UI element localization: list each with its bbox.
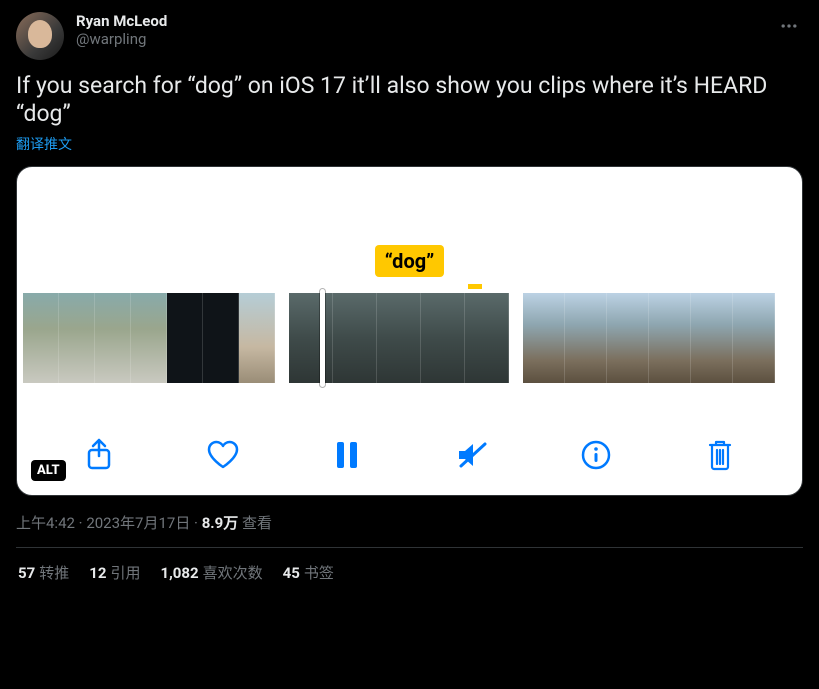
share-button[interactable]: [77, 433, 121, 477]
caption-bubble: “dog”: [375, 245, 445, 277]
author-display-name: Ryan McLeod: [76, 12, 763, 30]
like-button[interactable]: [201, 433, 245, 477]
media-attachment[interactable]: “dog”: [16, 166, 803, 496]
clip-thumb: [203, 293, 239, 383]
tweet-time[interactable]: 上午4:42: [16, 514, 75, 532]
tweet-text: If you search for “dog” on iOS 17 it’ll …: [16, 72, 803, 128]
retweets-label: 转推: [39, 564, 69, 582]
more-options-button[interactable]: [775, 12, 803, 40]
pause-button[interactable]: [325, 433, 369, 477]
clip-thumb: [421, 293, 465, 383]
author-block[interactable]: Ryan McLeod @warpling: [76, 12, 763, 48]
likes-count: 1,082: [160, 564, 198, 582]
clip-thumb: [523, 293, 565, 383]
tweet-stats: 57转推 12引用 1,082 喜欢次数 45书签: [16, 548, 803, 597]
clip-group-3: [523, 293, 775, 383]
share-icon: [84, 438, 114, 472]
bookmarks-label: 书签: [304, 564, 334, 582]
tweet-container: Ryan McLeod @warpling If you search for …: [0, 0, 819, 609]
views-count[interactable]: 8.9万: [202, 514, 239, 532]
views-label: 查看: [242, 514, 272, 532]
clip-thumb: [333, 293, 377, 383]
clip-thumb: [23, 293, 59, 383]
trash-icon: [705, 438, 735, 472]
quotes-count: 12: [89, 564, 106, 582]
mute-button[interactable]: [450, 433, 494, 477]
delete-button[interactable]: [698, 433, 742, 477]
avatar[interactable]: [16, 12, 64, 60]
video-timeline[interactable]: [17, 293, 802, 383]
bookmarks-stat[interactable]: 45书签: [283, 562, 334, 583]
caption-bubble-wrap: “dog”: [17, 245, 802, 277]
clip-thumb: [649, 293, 691, 383]
heart-icon: [206, 440, 240, 470]
speaker-muted-icon: [455, 440, 489, 470]
tweet-meta: 上午4:42 2023年7月17日 8.9万 查看: [16, 512, 803, 548]
retweets-stat[interactable]: 57转推: [18, 562, 69, 583]
info-button[interactable]: [574, 433, 618, 477]
translate-link[interactable]: 翻译推文: [16, 134, 72, 154]
caption-tick: [468, 284, 482, 289]
clip-thumb: [59, 293, 95, 383]
tweet-header: Ryan McLeod @warpling: [16, 12, 803, 60]
quotes-label: 引用: [110, 564, 140, 582]
clip-thumb: [377, 293, 421, 383]
info-icon: [580, 439, 612, 471]
likes-stat[interactable]: 1,082 喜欢次数: [160, 562, 262, 583]
author-handle: @warpling: [76, 30, 763, 48]
clip-thumb: [131, 293, 167, 383]
clip-thumb: [239, 293, 275, 383]
tweet-date[interactable]: 2023年7月17日: [86, 514, 190, 532]
clip-thumb: [565, 293, 607, 383]
quotes-stat[interactable]: 12引用: [89, 562, 140, 583]
clip-thumb: [95, 293, 131, 383]
clip-group-1: [23, 293, 275, 383]
clip-thumb: [465, 293, 509, 383]
clip-thumb: [167, 293, 203, 383]
retweets-count: 57: [18, 564, 35, 582]
clip-thumb: [691, 293, 733, 383]
more-horizontal-icon: [779, 16, 799, 36]
likes-label: 喜欢次数: [203, 564, 263, 582]
bookmarks-count: 45: [283, 564, 300, 582]
media-toolbar: [17, 433, 802, 477]
playhead[interactable]: [320, 289, 325, 387]
alt-badge[interactable]: ALT: [31, 460, 66, 481]
clip-thumb: [733, 293, 775, 383]
clip-thumb: [607, 293, 649, 383]
clip-thumb: [289, 293, 333, 383]
pause-icon: [333, 440, 361, 470]
